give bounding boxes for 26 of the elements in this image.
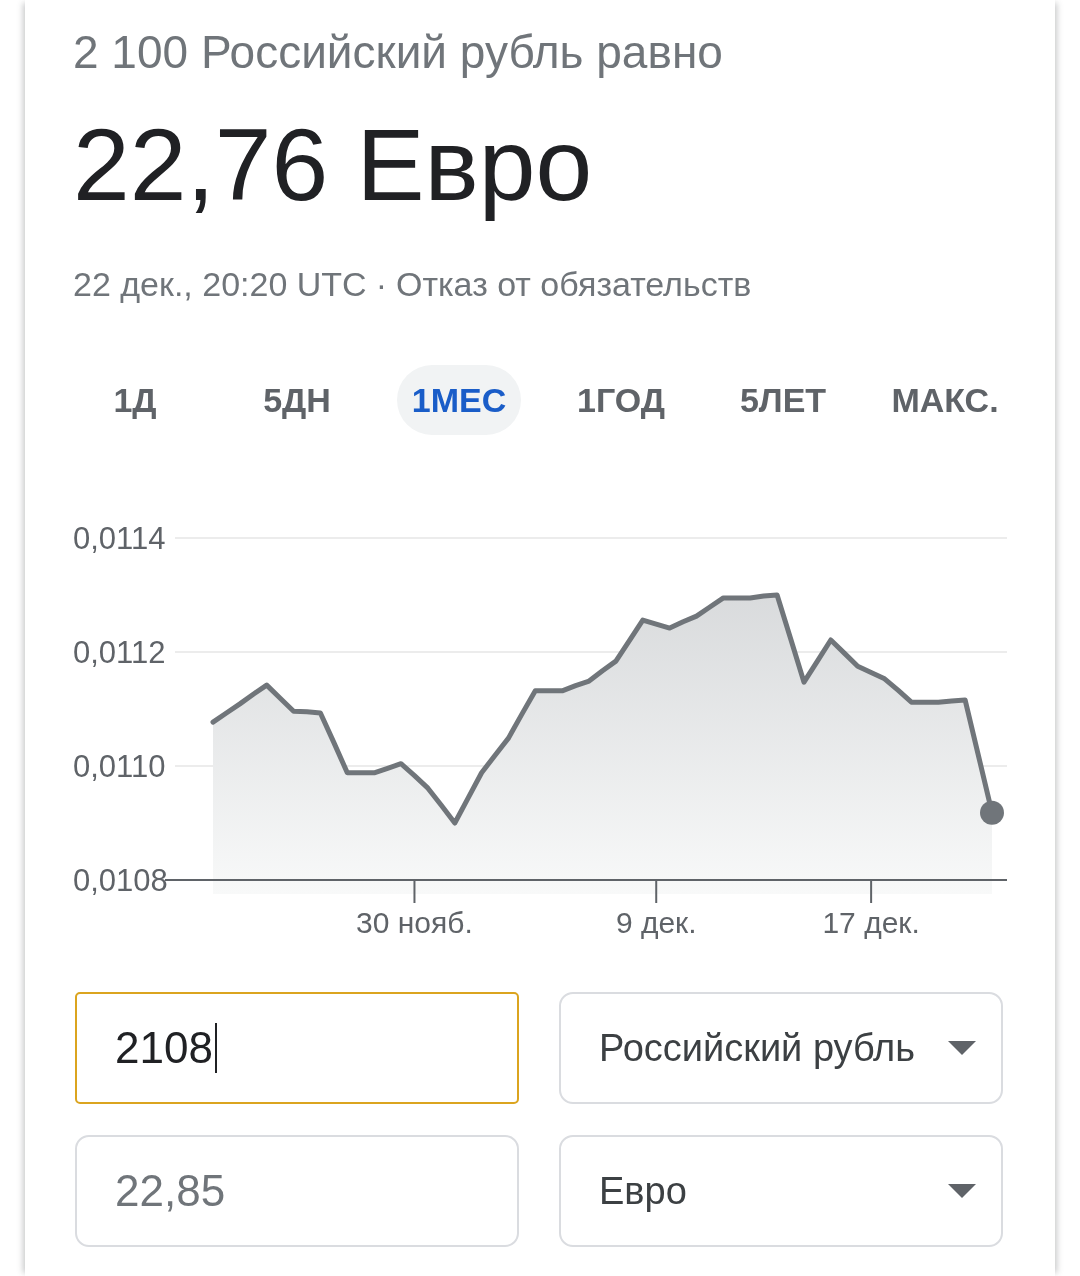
caret-down-icon xyxy=(948,1184,976,1198)
converted-amount: 22,76 Евро xyxy=(73,107,593,224)
y-axis-label: 0,0112 xyxy=(73,635,166,671)
caret-down-icon xyxy=(948,1041,976,1055)
disclaimer-link[interactable]: Отказ от обязательств xyxy=(395,264,752,304)
range-tab[interactable]: МАКС. xyxy=(891,365,999,435)
range-tab[interactable]: 5ЛЕТ xyxy=(739,365,827,435)
range-tab[interactable]: 1МЕС xyxy=(396,365,522,435)
range-tab[interactable]: 1Д xyxy=(113,365,157,435)
y-axis-label: 0,0108 xyxy=(73,863,168,899)
x-axis-label: 9 дек. xyxy=(615,905,697,939)
update-time: 22 дек., 20:20 UTC xyxy=(73,264,367,304)
amount-field[interactable]: 2108 xyxy=(75,992,519,1104)
y-axis-label: 0,0114 xyxy=(73,521,166,557)
text-cursor-icon xyxy=(214,1023,217,1073)
separator: · xyxy=(375,264,387,304)
currency-select[interactable]: Евро xyxy=(559,1135,1003,1247)
x-axis-label: 30 нояб. xyxy=(356,905,473,939)
amount-field[interactable]: 22,85 xyxy=(75,1135,519,1247)
range-tab[interactable]: 1ГОД xyxy=(577,365,665,435)
currency-select[interactable]: Российский рубль xyxy=(559,992,1003,1104)
range-tab[interactable]: 5ДН xyxy=(263,365,331,435)
y-axis-label: 0,0110 xyxy=(73,749,166,785)
end-point-marker xyxy=(980,800,1004,825)
conversion-query: 2 100 Российский рубль равно xyxy=(73,26,723,78)
x-axis-label: 17 дек. xyxy=(822,905,920,939)
